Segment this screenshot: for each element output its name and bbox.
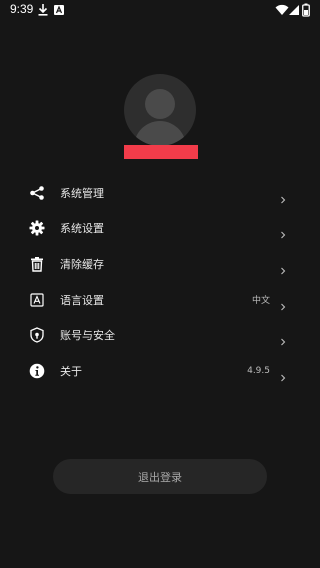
status-bar: 9:39 (0, 0, 320, 20)
chevron-right-icon (279, 189, 287, 204)
wifi-icon (275, 2, 289, 16)
menu-label: 语言设置 (60, 293, 104, 307)
menu-label: 系统管理 (60, 186, 104, 200)
menu-item-system-management[interactable]: 系统管理 (0, 175, 320, 211)
battery-icon (302, 2, 316, 17)
menu-item-about[interactable]: 关于 4.9.5 (0, 353, 320, 389)
chevron-right-icon (279, 224, 287, 239)
menu-item-account-security[interactable]: 账号与安全 (0, 317, 320, 353)
chevron-right-icon (279, 331, 287, 346)
download-icon (37, 2, 51, 16)
settings-screen: 9:39 系统管理 系统设置 清除缓存 语言设置 中文 账号与安全 关于 4.9… (0, 0, 320, 568)
username-redacted (124, 145, 198, 159)
chevron-right-icon (279, 260, 287, 275)
status-time: 9:39 (10, 2, 34, 16)
translate-app-icon (53, 2, 67, 16)
menu-label: 清除缓存 (60, 257, 104, 271)
chevron-right-icon (279, 367, 287, 382)
signal-icon (288, 2, 302, 16)
menu-label: 系统设置 (60, 222, 104, 236)
avatar-head-shape (145, 89, 175, 119)
chevron-right-icon (279, 296, 287, 310)
menu-item-system-settings[interactable]: 系统设置 (0, 211, 320, 247)
version-value: 4.9.5 (247, 365, 270, 376)
avatar-body-shape (134, 121, 186, 146)
trash-icon (29, 256, 45, 272)
menu-item-clear-cache[interactable]: 清除缓存 (0, 246, 320, 282)
menu-label: 账号与安全 (60, 329, 115, 343)
menu-value: 中文 (251, 296, 270, 307)
language-icon (29, 292, 45, 308)
gear-icon (29, 220, 45, 236)
shield-icon (29, 327, 45, 343)
info-icon (29, 363, 45, 379)
avatar[interactable] (124, 74, 196, 146)
menu-label: 关于 (60, 364, 82, 378)
settings-menu: 系统管理 系统设置 清除缓存 语言设置 中文 账号与安全 关于 4.9.5 (0, 175, 320, 389)
menu-item-language-settings[interactable]: 语言设置 中文 (0, 282, 320, 318)
logout-button[interactable]: 退出登录 (53, 459, 267, 494)
share-nodes-icon (29, 185, 45, 201)
